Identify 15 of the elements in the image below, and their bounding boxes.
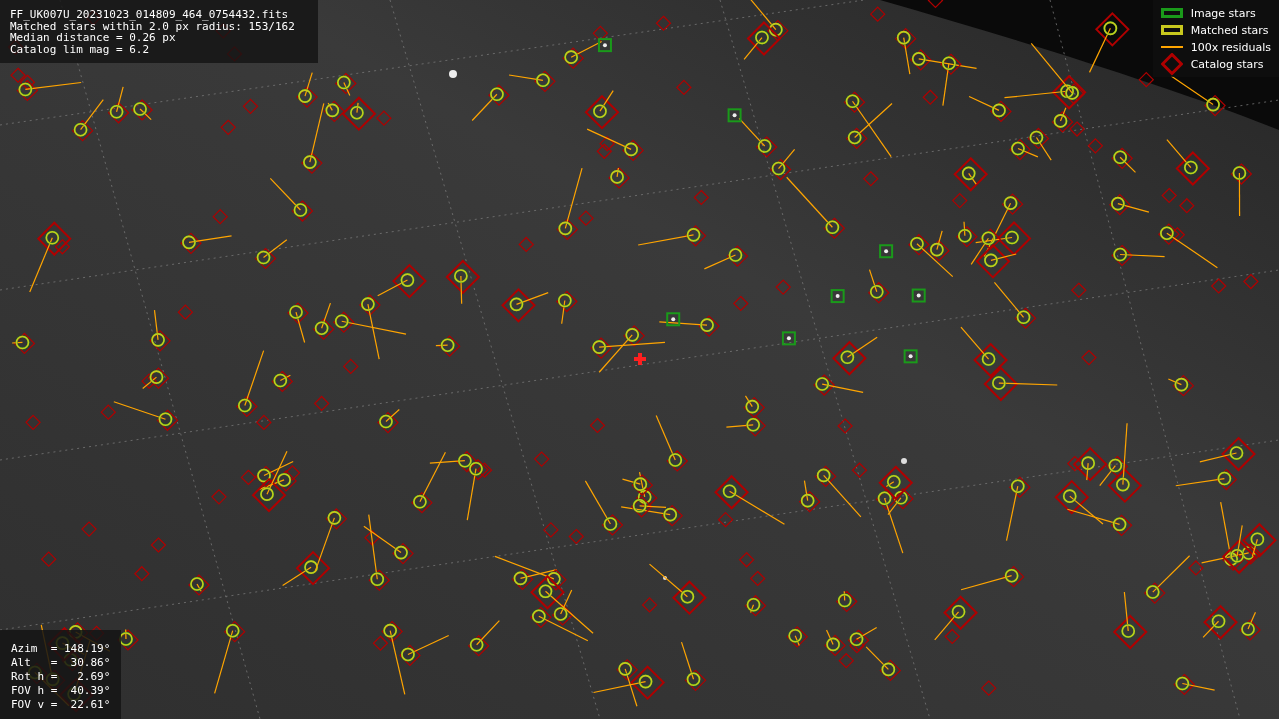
pointing-line: FOV h = 40.39° [11, 684, 112, 698]
legend-diamond-icon [1160, 53, 1183, 75]
info-line: FF_UK007U_20231023_014809_464_0754432.fits [10, 9, 290, 21]
legend-label: Image stars [1190, 6, 1256, 20]
legend-label: Catalog stars [1190, 57, 1264, 71]
pointing-line: Rot h = 2.69° [11, 670, 112, 684]
info-line: Catalog lim mag = 6.2 [10, 43, 151, 55]
pointing-line: Alt = 30.86° [11, 656, 112, 670]
pointing-line: FOV v = 22.61° [11, 698, 112, 712]
crosshair-icon [632, 351, 648, 367]
info-line: Median distance = 0.26 px [10, 32, 176, 44]
legend-label: 100x residuals [1190, 40, 1271, 54]
pointing-line: Azim = 148.19° [11, 642, 112, 656]
info-line: Matched stars within 2.0 px radius: 153/162 [10, 20, 296, 32]
legend-label: Matched stars [1190, 23, 1269, 37]
